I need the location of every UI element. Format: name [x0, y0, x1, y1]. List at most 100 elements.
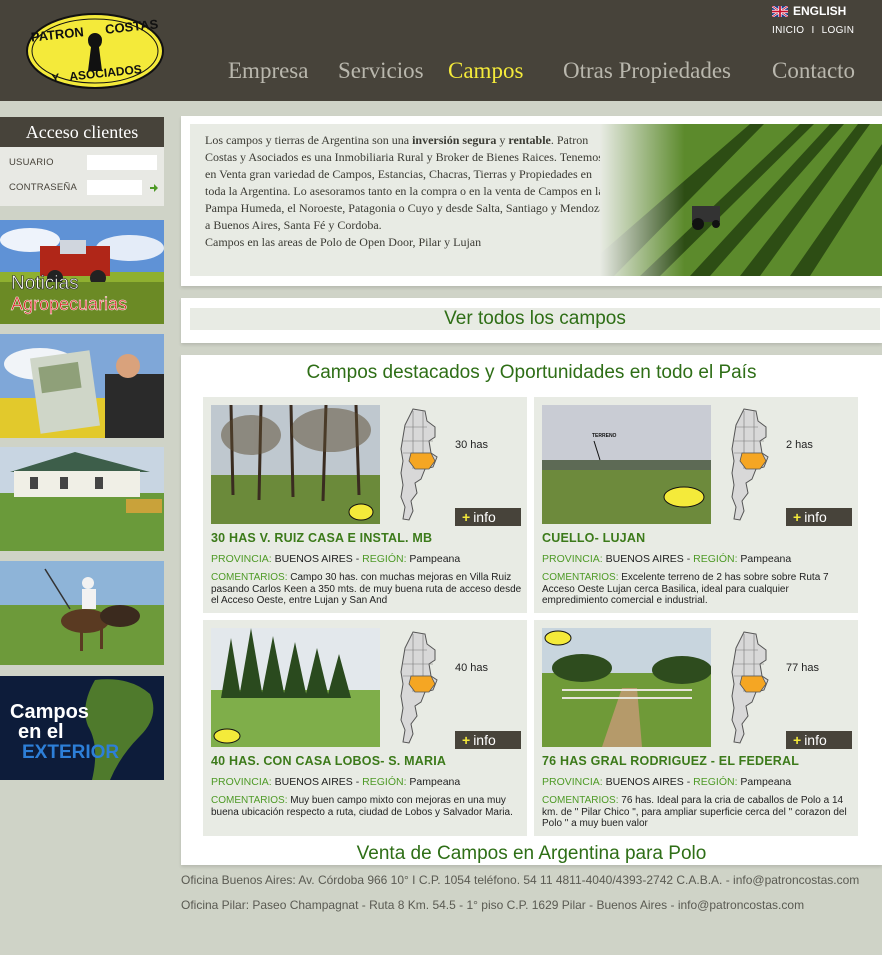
intro-text-c: y [496, 133, 509, 147]
language-label: ENGLISH [793, 4, 847, 18]
property-size: 30 has [455, 439, 489, 451]
property-card: 30 has + info 30 HAS V. RUIZ CASA E INSTAL.… [203, 397, 527, 613]
polo-section-title[interactable]: Venta de Campos en Argentina para Polo [181, 843, 882, 865]
info-button[interactable]: + info [455, 508, 521, 526]
exterior-line3: EXTERIOR [22, 742, 119, 763]
password-label: CONTRASEÑA [9, 182, 77, 193]
banner-noticias[interactable]: Noticias Agropecuarias [0, 220, 164, 324]
intro-panel: Los campos y tierras de Argentina son un… [181, 116, 882, 286]
property-photo[interactable]: TERRENO [542, 405, 711, 524]
info-button[interactable]: + info [455, 731, 521, 749]
nav-campos[interactable]: Campos [448, 58, 523, 84]
plus-icon: + [462, 509, 471, 525]
location-separator: - [683, 553, 694, 565]
provincia-label: PROVINCIA: [211, 553, 272, 565]
client-login-title: Acceso clientes [0, 117, 164, 147]
diario-image [0, 334, 164, 438]
region-label: REGIÓN: [693, 776, 738, 788]
banner-exterior[interactable]: Campos en el EXTERIOR [0, 676, 164, 780]
provincia-value: BUENOS AIRES [274, 553, 353, 565]
exterior-line1: Campos [10, 701, 89, 723]
login-link[interactable]: LOGIN [822, 25, 855, 36]
login-arrow-icon[interactable] [150, 184, 158, 192]
casa-image [0, 447, 164, 551]
argentina-map-icon [400, 631, 438, 744]
property-comment: COMENTARIOS: Campo 30 has. con muchas me… [211, 572, 523, 607]
nav-otras-propiedades[interactable]: Otras Propiedades [563, 58, 731, 84]
comentarios-label: COMENTARIOS: [211, 795, 288, 806]
main-nav: Empresa Servicios Campos Otras Propiedad… [0, 58, 882, 88]
top-links: INICIO I LOGIN [772, 25, 858, 36]
property-size: 40 has [455, 662, 489, 674]
property-comment: COMENTARIOS: Muy buen campo mixto con me… [211, 795, 523, 818]
property-location: PROVINCIA: BUENOS AIRES - REGIÓN: Pampea… [542, 776, 791, 788]
location-separator: - [352, 553, 363, 565]
nav-servicios[interactable]: Servicios [338, 58, 424, 84]
argentina-map-icon [731, 408, 769, 521]
property-location: PROVINCIA: BUENOS AIRES - REGIÓN: Pampea… [211, 553, 460, 565]
noticias-line2: Agropecuarias [11, 294, 127, 314]
site-header: PATRON COSTAS Y ASOCIADOS ENGLISH INICIO… [0, 0, 882, 101]
destacados-title: Campos destacados y Oportunidades en tod… [306, 362, 757, 383]
provincia-value: BUENOS AIRES [274, 776, 353, 788]
region-label: REGIÓN: [693, 553, 738, 565]
property-title[interactable]: CUELLO- LUJAN [542, 531, 645, 545]
comentarios-label: COMENTARIOS: [211, 572, 288, 583]
location-separator: - [352, 776, 363, 788]
property-comment: COMENTARIOS: 76 has. Ideal para la cria … [542, 795, 854, 830]
property-location: PROVINCIA: BUENOS AIRES - REGIÓN: Pampea… [211, 776, 460, 788]
region-value: Pampeana [740, 553, 792, 565]
plus-icon: + [793, 732, 802, 748]
banner-diario[interactable] [0, 334, 164, 438]
property-title[interactable]: 30 HAS V. RUIZ CASA E INSTAL. MB [211, 531, 432, 545]
banner-casa[interactable] [0, 447, 164, 551]
property-card: TERRENO 2 has + info CUELLO- LUJAN PROVINCIA:… [534, 397, 858, 613]
location-separator: - [683, 776, 694, 788]
svg-text:TERRENO: TERRENO [592, 433, 617, 439]
provincia-label: PROVINCIA: [542, 776, 603, 788]
nav-contacto[interactable]: Contacto [772, 58, 855, 84]
password-input[interactable] [87, 180, 142, 195]
intro-polo-areas: Campos en las areas de Polo de Open Door… [205, 235, 482, 249]
property-photo[interactable] [542, 628, 711, 747]
info-button[interactable]: + info [786, 508, 852, 526]
username-label: USUARIO [9, 157, 54, 168]
region-value: Pampeana [740, 776, 792, 788]
property-photo[interactable] [211, 628, 380, 747]
uk-flag-icon [772, 5, 788, 17]
property-size: 77 has [786, 662, 820, 674]
noticias-line1: Noticias [11, 273, 79, 294]
plus-icon: + [793, 509, 802, 525]
region-value: Pampeana [409, 776, 461, 788]
region-value: Pampeana [409, 553, 461, 565]
info-button[interactable]: + info [786, 731, 852, 749]
plus-icon: + [462, 732, 471, 748]
destacados-panel: Campos destacados y Oportunidades en tod… [181, 355, 882, 865]
inicio-link[interactable]: INICIO [772, 25, 804, 36]
property-title[interactable]: 76 HAS GRAL RODRIGUEZ - EL FEDERAL [542, 754, 799, 768]
username-input[interactable] [87, 155, 157, 170]
banner-polo[interactable] [0, 561, 164, 665]
client-login-box: Acceso clientes USUARIO CONTRASEÑA [0, 117, 164, 206]
top-links-separator: I [811, 25, 815, 36]
property-card: 40 has + info 40 HAS. CON CASA LOBOS- S. MA… [203, 620, 527, 836]
footer-buenos-aires: Oficina Buenos Aires: Av. Córdoba 966 10… [181, 873, 860, 887]
argentina-map-icon [731, 631, 769, 744]
polo-image [0, 561, 164, 665]
info-label: info [804, 509, 827, 525]
intro-text: Los campos y tierras de Argentina son un… [205, 132, 607, 251]
property-location: PROVINCIA: BUENOS AIRES - REGIÓN: Pampea… [542, 553, 791, 565]
footer-pilar: Oficina Pilar: Paseo Champagnat - Ruta 8… [181, 898, 805, 912]
property-card: 77 has + info 76 HAS GRAL RODRIGUEZ - EL FE… [534, 620, 858, 836]
nav-empresa[interactable]: Empresa [228, 58, 308, 84]
language-switch[interactable]: ENGLISH [772, 4, 846, 18]
argentina-map-icon [400, 408, 438, 521]
info-label: info [804, 732, 827, 748]
region-label: REGIÓN: [362, 776, 407, 788]
tractor-field-image [600, 124, 882, 276]
property-photo[interactable] [211, 405, 380, 524]
region-label: REGIÓN: [362, 553, 407, 565]
property-title[interactable]: 40 HAS. CON CASA LOBOS- S. MARIA [211, 754, 446, 768]
ver-todos-link[interactable]: Ver todos los campos [190, 308, 880, 330]
provincia-value: BUENOS AIRES [605, 553, 684, 565]
